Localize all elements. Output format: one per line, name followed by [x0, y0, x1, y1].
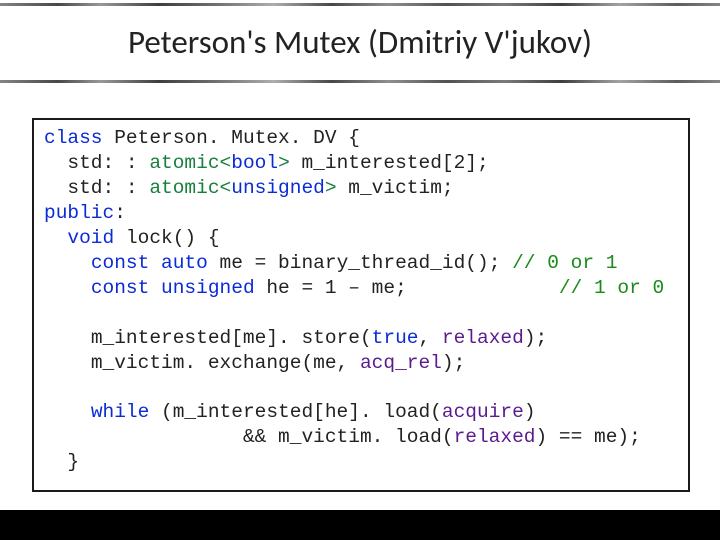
- while-a: (m_interested[he]. load(: [161, 401, 442, 423]
- slide-title: Peterson's Mutex (Dmitriy V'jukov): [0, 22, 720, 62]
- pad2: [44, 401, 91, 423]
- comment-0or1: // 0 or 1: [512, 252, 617, 274]
- pad: [44, 177, 67, 199]
- m-interested: m_interested[2];: [301, 152, 488, 174]
- std: std: :: [67, 177, 149, 199]
- true-lit: true: [372, 327, 419, 349]
- header-band: Peterson's Mutex (Dmitriy V'jukov): [0, 0, 720, 90]
- while-d: ) == me);: [536, 426, 641, 448]
- classname: Peterson. Mutex. DV {: [114, 127, 360, 149]
- lt: <: [220, 177, 232, 199]
- comma: ,: [418, 327, 441, 349]
- kw-const: const: [91, 277, 161, 299]
- ord-relaxed2: relaxed: [454, 426, 536, 448]
- closing-brace: }: [44, 451, 79, 473]
- chalk-line-top: [0, 3, 720, 6]
- he-expr: he = 1 – me;: [266, 277, 559, 299]
- while-c: && m_victim. load(: [243, 426, 454, 448]
- pad: [44, 227, 67, 249]
- exchange-b: );: [442, 352, 465, 374]
- store-b: );: [524, 327, 547, 349]
- kw-unsigned: unsigned: [231, 177, 325, 199]
- pad2: [44, 327, 91, 349]
- store-a: m_interested[me]. store(: [91, 327, 372, 349]
- std: std: :: [67, 152, 149, 174]
- while-b: ): [524, 401, 536, 423]
- atomic: atomic: [149, 152, 219, 174]
- chalk-line-bottom: [0, 80, 720, 83]
- colon: :: [114, 202, 126, 224]
- lock: lock() {: [126, 227, 220, 249]
- pad2: [44, 252, 91, 274]
- kw-public: public: [44, 202, 114, 224]
- atomic: atomic: [149, 177, 219, 199]
- kw-class: class: [44, 127, 114, 149]
- lt: <: [220, 152, 232, 174]
- code-box: class Peterson. Mutex. DV { std: : atomi…: [32, 118, 690, 492]
- kw-unsigned2: unsigned: [161, 277, 255, 299]
- code-block: class Peterson. Mutex. DV { std: : atomi…: [44, 126, 678, 475]
- gt: >: [325, 177, 348, 199]
- ord-acqrel: acq_rel: [360, 352, 442, 374]
- kw-while: while: [91, 401, 161, 423]
- ord-acquire: acquire: [442, 401, 524, 423]
- pad2: [44, 352, 91, 374]
- slide: Peterson's Mutex (Dmitriy V'jukov) class…: [0, 0, 720, 540]
- comment-1or0: // 1 or 0: [559, 277, 664, 299]
- pad: [44, 152, 67, 174]
- kw-auto: auto: [161, 252, 220, 274]
- footer-band: [0, 510, 720, 540]
- kw-void: void: [67, 227, 126, 249]
- gt: >: [278, 152, 301, 174]
- kw-const: const: [91, 252, 161, 274]
- while-indent: [44, 426, 243, 448]
- pad2: [44, 277, 91, 299]
- exchange-a: m_victim. exchange(me,: [91, 352, 360, 374]
- ord-relaxed: relaxed: [442, 327, 524, 349]
- me-expr: me = binary_thread_id();: [220, 252, 513, 274]
- kw-bool: bool: [231, 152, 278, 174]
- m-victim: m_victim;: [348, 177, 453, 199]
